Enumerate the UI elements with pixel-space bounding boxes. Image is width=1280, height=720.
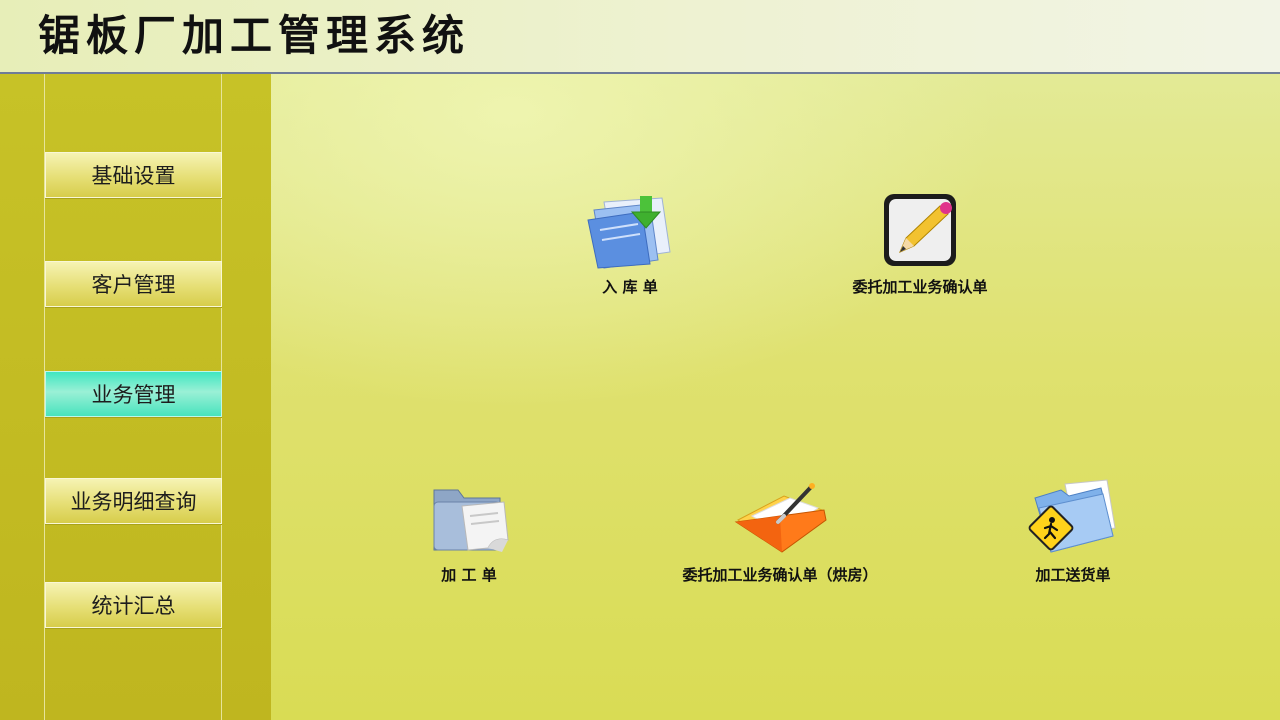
app-title: 锯板厂加工管理系统 xyxy=(38,11,471,60)
tile-label: 加 工 单 xyxy=(441,566,497,584)
pencil-edit-icon xyxy=(884,194,956,266)
orange-folder-pen-icon xyxy=(734,483,827,553)
folder-warning-sign-icon xyxy=(1028,479,1116,553)
tile-commission-confirmation[interactable]: 委托加工业务确认单 xyxy=(830,190,1010,297)
sidebar-item-business-detail-query[interactable]: 业务明细查询 xyxy=(45,478,222,524)
header: 锯板厂加工管理系统 xyxy=(0,0,1280,74)
sidebar-item-customer-management[interactable]: 客户管理 xyxy=(45,261,222,307)
tile-label: 入 库 单 xyxy=(602,278,658,296)
inbound-docs-icon xyxy=(587,196,671,269)
tile-label: 委托加工业务确认单 xyxy=(852,278,988,296)
tile-commission-confirmation-drying[interactable]: 委托加工业务确认单（烘房） xyxy=(650,476,910,585)
sidebar-item-business-management[interactable]: 业务管理 xyxy=(45,371,222,417)
tile-inbound-order[interactable]: 入 库 单 xyxy=(570,190,690,297)
tile-label: 加工送货单 xyxy=(1035,566,1111,584)
tile-processing-delivery-order[interactable]: 加工送货单 xyxy=(1013,476,1133,585)
sidebar-item-statistics-summary[interactable]: 统计汇总 xyxy=(45,582,222,628)
main-panel xyxy=(271,74,1280,720)
sidebar-item-basic-settings[interactable]: 基础设置 xyxy=(45,152,222,198)
tile-label: 委托加工业务确认单（烘房） xyxy=(682,566,878,584)
folder-paper-icon xyxy=(433,489,509,552)
tile-processing-order[interactable]: 加 工 单 xyxy=(409,476,529,585)
